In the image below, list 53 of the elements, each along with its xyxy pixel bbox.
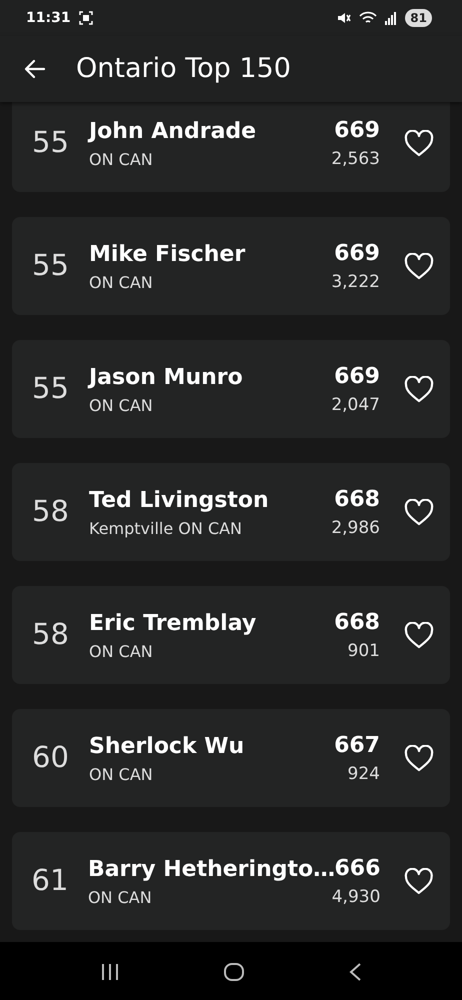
player-name: Ted Livingston [89,486,270,514]
player-name: Sherlock Wu [89,732,246,760]
rank: 60 [31,739,70,776]
rating-count: 924 [348,762,380,786]
player-name: Eric Tremblay [89,610,258,638]
rating: 669 [334,362,380,391]
screenshot-icon [78,11,93,25]
player-location: ON CAN [88,886,153,908]
back-icon[interactable] [348,962,362,982]
rank: 55 [31,124,70,162]
battery-level: 81 [405,9,432,27]
rating: 669 [334,240,380,268]
player-name: Barry Hetheringto… [88,856,332,884]
rating-count: 2,986 [331,516,380,540]
page-title: Ontario Top 150 [76,52,291,86]
rating: 667 [334,732,380,760]
heart-icon[interactable] [404,498,434,526]
rank: 58 [31,616,70,654]
rating: 668 [334,608,380,637]
rating-count: 2,563 [331,148,380,171]
player-name: John Andrade [89,118,258,146]
wifi-icon [359,11,378,25]
recent-apps-icon[interactable] [100,963,120,981]
rating-count: 3,222 [331,270,380,294]
rating-count: 901 [348,640,380,663]
heart-icon[interactable] [404,130,434,156]
player-location: ON CAN [89,394,154,416]
heart-icon[interactable] [404,376,434,402]
rating-count: 4,930 [332,886,380,909]
home-icon[interactable] [222,962,245,982]
heart-icon[interactable] [404,622,434,648]
rating-count: 2,047 [331,394,380,417]
player-location: Kemptville ON CAN [89,518,244,540]
rank: 55 [31,370,70,408]
rank: 58 [31,493,70,530]
rating: 668 [334,486,380,514]
player-location: ON CAN [89,272,154,294]
heart-icon[interactable] [404,252,434,280]
player-location: ON CAN [89,148,154,170]
rank: 55 [31,247,70,284]
rating: 666 [334,854,380,883]
heart-icon[interactable] [404,868,434,894]
rank: 61 [30,862,70,900]
player-name: Jason Munro [89,364,244,392]
rating: 669 [334,116,380,145]
player-name: Mike Fischer [89,240,246,268]
player-location: ON CAN [89,640,154,662]
back-arrow-icon[interactable] [24,59,46,79]
player-location: ON CAN [89,764,154,786]
mute-icon [337,11,352,25]
heart-icon[interactable] [404,744,434,772]
status-time: 11:31 [26,8,71,28]
signal-icon [385,11,398,25]
